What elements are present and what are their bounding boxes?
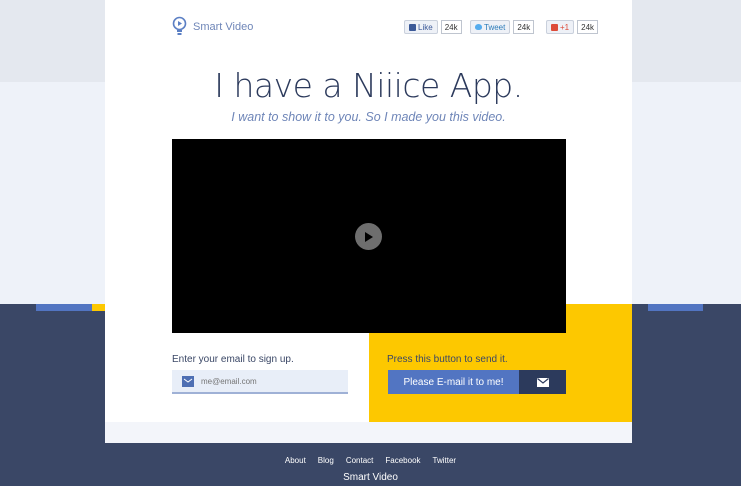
stripe-segment bbox=[36, 304, 92, 311]
footer-link-about[interactable]: About bbox=[285, 456, 306, 465]
envelope-icon bbox=[536, 377, 549, 387]
google-plus-widget[interactable]: +1 24k bbox=[546, 20, 599, 34]
footer-link-contact[interactable]: Contact bbox=[346, 456, 374, 465]
video-player[interactable] bbox=[172, 139, 566, 333]
stripe-segment bbox=[648, 304, 703, 311]
like-count: 24k bbox=[440, 20, 462, 34]
footer-link-twitter[interactable]: Twitter bbox=[433, 456, 457, 465]
send-email-icon-button[interactable] bbox=[519, 370, 566, 394]
twitter-bird-icon bbox=[475, 24, 482, 30]
stripe-segment bbox=[92, 304, 105, 311]
tweet-label: Tweet bbox=[484, 22, 506, 32]
facebook-like-button[interactable]: Like bbox=[404, 20, 438, 34]
page-title: I have a Niiice App. bbox=[214, 66, 523, 105]
plus-one-count: 24k bbox=[577, 20, 599, 34]
footer-link-facebook[interactable]: Facebook bbox=[385, 456, 420, 465]
signup-label: Enter your email to sign up. bbox=[172, 354, 294, 365]
card-footer-strip bbox=[105, 422, 632, 443]
send-email-button[interactable]: Please E-mail it to me! bbox=[388, 370, 519, 394]
footer-brand: Smart Video bbox=[343, 472, 398, 483]
email-field[interactable] bbox=[201, 376, 331, 386]
mail-icon bbox=[182, 375, 194, 387]
brand-logo[interactable]: Smart Video bbox=[172, 16, 253, 38]
send-instructions-label: Press this button to send it. bbox=[387, 354, 508, 365]
plus-one-label: +1 bbox=[560, 22, 570, 32]
thumbs-up-icon bbox=[409, 23, 416, 31]
like-label: Like bbox=[418, 22, 433, 32]
stripe-segment bbox=[703, 304, 741, 311]
tweet-widget[interactable]: Tweet 24k bbox=[470, 20, 535, 34]
tweet-count: 24k bbox=[513, 20, 535, 34]
play-icon[interactable] bbox=[355, 223, 382, 250]
footer-link-blog[interactable]: Blog bbox=[318, 456, 334, 465]
email-field-wrapper[interactable] bbox=[172, 370, 348, 394]
tweet-button[interactable]: Tweet bbox=[470, 20, 511, 34]
facebook-like-widget[interactable]: Like 24k bbox=[404, 20, 462, 34]
google-plus-button[interactable]: +1 bbox=[546, 20, 575, 34]
page-subtitle: I want to show it to you. So I made you … bbox=[231, 110, 506, 124]
google-plus-icon bbox=[551, 23, 558, 31]
footer-nav: About Blog Contact Facebook Twitter bbox=[0, 456, 741, 465]
stripe-segment bbox=[0, 304, 36, 311]
lightbulb-play-icon bbox=[172, 16, 187, 38]
stripe-segment bbox=[632, 304, 648, 311]
brand-name: Smart Video bbox=[193, 21, 254, 33]
